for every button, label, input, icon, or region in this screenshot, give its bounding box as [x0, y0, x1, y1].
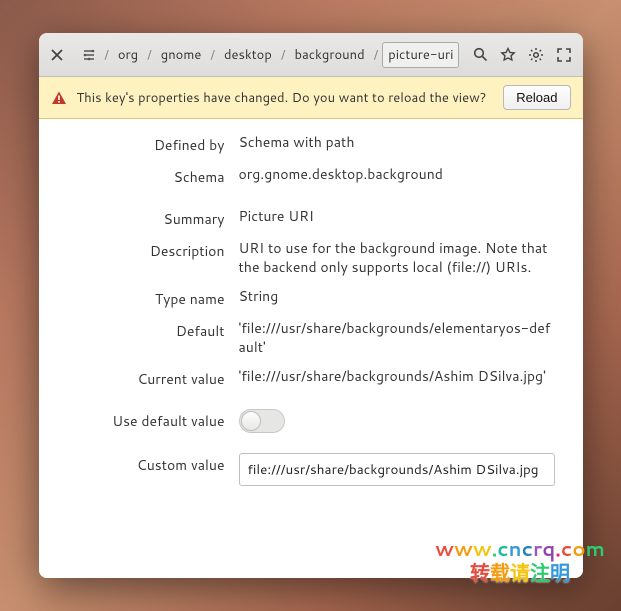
- breadcrumb: / org / gnome / desktop / background / p…: [74, 42, 463, 68]
- path-root-icon[interactable]: [78, 48, 100, 62]
- value-default: 'file:///usr/share/backgrounds/elementar…: [239, 319, 565, 357]
- value-defined-by: Schema with path: [239, 133, 565, 152]
- row-schema: Schema org.gnome.desktop.background: [39, 165, 565, 187]
- label-summary: Summary: [39, 207, 239, 229]
- search-button[interactable]: [469, 40, 491, 70]
- label-custom-value: Custom value: [39, 453, 239, 475]
- label-current-value: Current value: [39, 367, 239, 389]
- value-schema: org.gnome.desktop.background: [239, 165, 565, 184]
- breadcrumb-seg-picture-uri[interactable]: picture-uri: [382, 42, 459, 68]
- value-summary: Picture URI: [239, 207, 565, 226]
- warning-icon: [51, 90, 67, 106]
- breadcrumb-seg-background[interactable]: background: [289, 43, 369, 67]
- gear-icon: [528, 47, 544, 63]
- star-icon: [500, 47, 516, 63]
- reload-button[interactable]: Reload: [503, 85, 570, 110]
- reload-notice: This key's properties have changed. Do y…: [39, 77, 583, 119]
- row-use-default: Use default value: [39, 409, 565, 433]
- row-default: Default 'file:///usr/share/backgrounds/e…: [39, 319, 565, 357]
- row-custom-value: Custom value: [39, 453, 565, 486]
- search-icon: [473, 47, 488, 62]
- row-description: Description URI to use for the backgroun…: [39, 239, 565, 277]
- row-defined-by: Defined by Schema with path: [39, 133, 565, 155]
- row-summary: Summary Picture URI: [39, 207, 565, 229]
- headerbar: / org / gnome / desktop / background / p…: [39, 33, 583, 77]
- fullscreen-button[interactable]: [553, 40, 575, 70]
- dconf-editor-window: / org / gnome / desktop / background / p…: [39, 33, 583, 578]
- value-current-value: 'file:///usr/share/backgrounds/Ashim DSi…: [239, 367, 565, 386]
- custom-value-input[interactable]: [239, 453, 555, 486]
- label-defined-by: Defined by: [39, 133, 239, 155]
- breadcrumb-separator: /: [208, 46, 217, 64]
- label-type-name: Type name: [39, 287, 239, 309]
- label-default: Default: [39, 319, 239, 341]
- use-default-toggle[interactable]: [239, 409, 285, 433]
- label-use-default: Use default value: [39, 409, 239, 431]
- bookmark-button[interactable]: [497, 40, 519, 70]
- breadcrumb-separator: /: [279, 46, 288, 64]
- toggle-knob: [241, 411, 261, 431]
- value-description: URI to use for the background image. Not…: [239, 239, 565, 277]
- label-schema: Schema: [39, 165, 239, 187]
- row-current-value: Current value 'file:///usr/share/backgro…: [39, 367, 565, 389]
- breadcrumb-seg-desktop[interactable]: desktop: [219, 43, 277, 67]
- breadcrumb-seg-gnome[interactable]: gnome: [156, 43, 207, 67]
- breadcrumb-separator: /: [372, 46, 381, 64]
- settings-button[interactable]: [525, 40, 547, 70]
- breadcrumb-seg-org[interactable]: org: [113, 43, 143, 67]
- expand-icon: [557, 48, 571, 62]
- breadcrumb-separator: /: [145, 46, 154, 64]
- value-type-name: String: [239, 287, 565, 306]
- close-button[interactable]: [47, 40, 69, 70]
- notice-text: This key's properties have changed. Do y…: [77, 89, 494, 107]
- key-details: Defined by Schema with path Schema org.g…: [39, 119, 583, 578]
- row-type-name: Type name String: [39, 287, 565, 309]
- label-description: Description: [39, 239, 239, 261]
- close-icon: [51, 49, 63, 61]
- breadcrumb-separator: /: [102, 46, 111, 64]
